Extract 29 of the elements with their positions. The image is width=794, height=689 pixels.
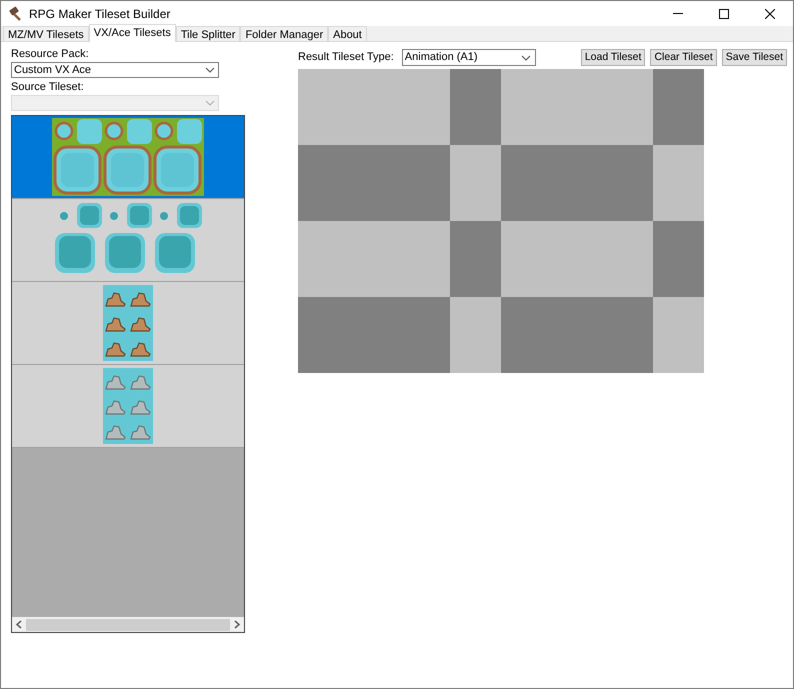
dropdown-value: Custom VX Ace xyxy=(14,63,92,77)
maximize-icon xyxy=(719,8,729,18)
scrollbar-thumb[interactable] xyxy=(26,618,230,630)
window-title: RPG Maker Tileset Builder xyxy=(29,6,170,22)
chevron-down-icon xyxy=(205,100,215,106)
tileset-list-item[interactable] xyxy=(12,282,244,365)
chevron-down-icon xyxy=(520,54,531,60)
horizontal-scrollbar[interactable] xyxy=(12,617,244,632)
tab[interactable]: VX/Ace Tilesets xyxy=(88,24,176,42)
tileset-list-item[interactable] xyxy=(12,365,244,448)
toolbar-button[interactable]: Clear Tileset xyxy=(650,49,717,66)
tab[interactable]: Folder Manager xyxy=(240,26,328,41)
tab[interactable]: About xyxy=(328,26,367,41)
minimize-icon xyxy=(673,13,683,14)
tab[interactable]: MZ/MV Tilesets xyxy=(3,26,89,41)
hammer-icon xyxy=(7,6,23,22)
tileset-list-item[interactable] xyxy=(12,116,244,199)
tileset-list-item[interactable] xyxy=(12,199,244,282)
dropdown-value: Animation (A1) xyxy=(404,50,479,66)
field-label: Resource Pack: xyxy=(11,47,90,61)
close-icon xyxy=(765,8,775,18)
toolbar-button[interactable]: Save Tileset xyxy=(722,49,787,66)
result-type-dropdown[interactable]: Animation (A1) xyxy=(402,49,536,66)
field-label: Source Tileset: xyxy=(11,80,85,94)
resource-pack-dropdown[interactable]: Custom VX Ace xyxy=(11,62,219,78)
field-label: Result Tileset Type: xyxy=(298,50,394,66)
tab[interactable]: Tile Splitter xyxy=(176,26,240,41)
toolbar-button[interactable]: Load Tileset xyxy=(580,49,646,66)
chevron-down-icon xyxy=(205,67,215,73)
